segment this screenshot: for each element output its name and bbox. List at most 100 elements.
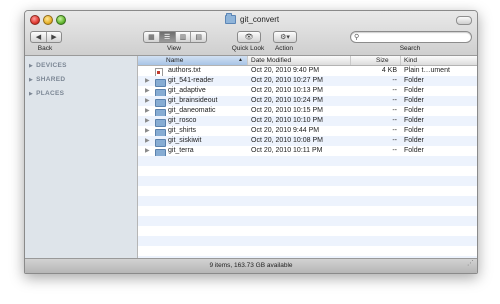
file-kind: Folder xyxy=(404,87,424,94)
coverflow-view-button[interactable]: ▤ xyxy=(191,32,206,42)
sidebar-group-shared[interactable]: ▶ SHARED xyxy=(29,76,65,83)
file-name: git_rosco xyxy=(168,117,197,124)
file-size: -- xyxy=(392,117,397,124)
disclosure-triangle-icon[interactable]: ▶ xyxy=(145,86,150,96)
file-row[interactable]: ▶ git_siskiwit Oct 20, 2010 10:08 PM -- Fold… xyxy=(138,136,477,147)
resize-grip-icon[interactable]: ⋰ xyxy=(467,257,474,271)
minimize-window-button[interactable] xyxy=(43,15,53,25)
file-row[interactable]: ▶ git_541-reader Oct 20, 2010 10:27 PM -- Fo… xyxy=(138,76,477,87)
file-kind: Folder xyxy=(404,137,424,144)
file-row[interactable]: ▶ git_brainsideout Oct 20, 2010 10:24 PM --… xyxy=(138,96,477,107)
folder-icon xyxy=(225,13,236,24)
status-text: 9 items, 163.73 GB available xyxy=(209,262,293,269)
disclosure-triangle-icon[interactable]: ▶ xyxy=(145,146,150,156)
empty-row xyxy=(138,156,477,166)
disclosure-triangle-icon: ▶ xyxy=(29,63,34,69)
column-kind-header[interactable]: Kind xyxy=(401,56,477,65)
file-kind: Plain t…ument xyxy=(404,67,450,74)
column-header: Name ▲ Date Modified Size Kind xyxy=(138,56,477,66)
file-name: authors.txt xyxy=(168,67,201,74)
column-date-header[interactable]: Date Modified xyxy=(248,56,351,65)
empty-row xyxy=(138,196,477,206)
file-size: -- xyxy=(392,137,397,144)
file-size: -- xyxy=(392,107,397,114)
file-kind: Folder xyxy=(404,97,424,104)
file-row[interactable]: authors.txt Oct 20, 2010 9:40 PM 4 KB Plain… xyxy=(138,66,477,77)
file-date: Oct 20, 2010 10:11 PM xyxy=(251,147,323,154)
disclosure-triangle-icon[interactable]: ▶ xyxy=(145,76,150,86)
column-size-header[interactable]: Size xyxy=(351,56,401,65)
zoom-window-button[interactable] xyxy=(56,15,66,25)
file-list: Name ▲ Date Modified Size Kind authors.t… xyxy=(138,56,477,258)
file-date: Oct 20, 2010 10:15 PM xyxy=(251,107,323,114)
back-arrow-icon: ◀ xyxy=(35,34,42,41)
file-row[interactable]: ▶ git_daneomatic Oct 20, 2010 10:15 PM -- Fo… xyxy=(138,106,477,117)
quicklook-label: Quick Look xyxy=(231,45,265,52)
back-button[interactable]: ◀ xyxy=(31,32,47,42)
file-size: 4 KB xyxy=(381,67,397,74)
file-row[interactable]: ▶ git_adaptive Oct 20, 2010 10:13 PM -- Fold… xyxy=(138,86,477,97)
status-bar: 9 items, 163.73 GB available ⋰ xyxy=(25,258,477,273)
file-kind: Folder xyxy=(404,117,424,124)
back-label: Back xyxy=(37,45,53,52)
file-name: git_shirts xyxy=(168,127,197,134)
sort-ascending-icon: ▲ xyxy=(238,57,243,63)
file-size: -- xyxy=(392,147,397,154)
close-window-button[interactable] xyxy=(30,15,40,25)
disclosure-triangle-icon[interactable]: ▶ xyxy=(145,136,150,146)
sidebar-group-places[interactable]: ▶ PLACES xyxy=(29,90,64,97)
file-name: git_541-reader xyxy=(168,77,214,84)
action-button[interactable]: ⚙▾ xyxy=(274,32,296,42)
folder-icon xyxy=(155,98,166,107)
disclosure-triangle-icon: ▶ xyxy=(29,77,34,83)
quicklook-button[interactable]: 👁 xyxy=(238,32,260,42)
empty-row xyxy=(138,236,477,246)
disclosure-triangle-icon[interactable]: ▶ xyxy=(145,116,150,126)
forward-button[interactable]: ▶ xyxy=(47,32,61,42)
file-row[interactable]: ▶ git_shirts Oct 20, 2010 9:44 PM -- Folder xyxy=(138,126,477,137)
file-name: git_brainsideout xyxy=(168,97,218,104)
list-view-button[interactable]: ☰ xyxy=(159,32,176,42)
empty-row xyxy=(138,176,477,186)
file-size: -- xyxy=(392,77,397,84)
folder-icon xyxy=(155,78,166,87)
sidebar-group-devices[interactable]: ▶ DEVICES xyxy=(29,62,67,69)
icon-view-icon: ▦ xyxy=(148,34,155,41)
search-label: Search xyxy=(399,45,421,52)
toolbar-toggle-button[interactable] xyxy=(456,16,472,25)
search-icon: ⚲ xyxy=(354,34,360,41)
disclosure-triangle-icon[interactable]: ▶ xyxy=(145,96,150,106)
forward-arrow-icon: ▶ xyxy=(51,34,57,41)
search-input[interactable]: ⚲ xyxy=(350,31,472,43)
file-kind: Folder xyxy=(404,107,424,114)
file-name: git_terra xyxy=(168,147,194,154)
file-date: Oct 20, 2010 9:44 PM xyxy=(251,127,320,134)
disclosure-triangle-icon[interactable]: ▶ xyxy=(145,106,150,116)
file-date: Oct 20, 2010 10:24 PM xyxy=(251,97,323,104)
action-label: Action xyxy=(274,45,294,52)
toolbar: git_convert ◀ ▶ Back ▦ ☰ ▥ ▤ View 👁 Quic… xyxy=(25,11,477,56)
quicklook-control: 👁 xyxy=(237,31,261,43)
window-title: git_convert xyxy=(225,13,279,26)
file-kind: Folder xyxy=(404,147,424,154)
column-view-icon: ▥ xyxy=(179,34,187,41)
file-date: Oct 20, 2010 10:08 PM xyxy=(251,137,323,144)
column-name-header[interactable]: Name ▲ xyxy=(138,56,248,65)
column-view-button[interactable]: ▥ xyxy=(176,32,192,42)
disclosure-triangle-icon: ▶ xyxy=(29,91,34,97)
file-row[interactable]: ▶ git_terra Oct 20, 2010 10:11 PM -- Folder xyxy=(138,146,477,157)
list-view-icon: ☰ xyxy=(163,34,171,41)
file-row[interactable]: ▶ git_rosco Oct 20, 2010 10:10 PM -- Folder xyxy=(138,116,477,127)
window-title-text: git_convert xyxy=(240,15,280,24)
finder-window: git_convert ◀ ▶ Back ▦ ☰ ▥ ▤ View 👁 Quic… xyxy=(24,10,478,274)
file-kind: Folder xyxy=(404,77,424,84)
view-label: View xyxy=(167,45,181,52)
icon-view-button[interactable]: ▦ xyxy=(144,32,160,42)
view-mode-control: ▦ ☰ ▥ ▤ xyxy=(143,31,207,43)
disclosure-triangle-icon[interactable]: ▶ xyxy=(145,126,150,136)
folder-icon xyxy=(155,128,166,137)
gear-icon: ⚙▾ xyxy=(280,34,290,41)
file-date: Oct 20, 2010 9:40 PM xyxy=(251,67,320,74)
file-date: Oct 20, 2010 10:13 PM xyxy=(251,87,323,94)
file-name: git_daneomatic xyxy=(168,107,216,114)
